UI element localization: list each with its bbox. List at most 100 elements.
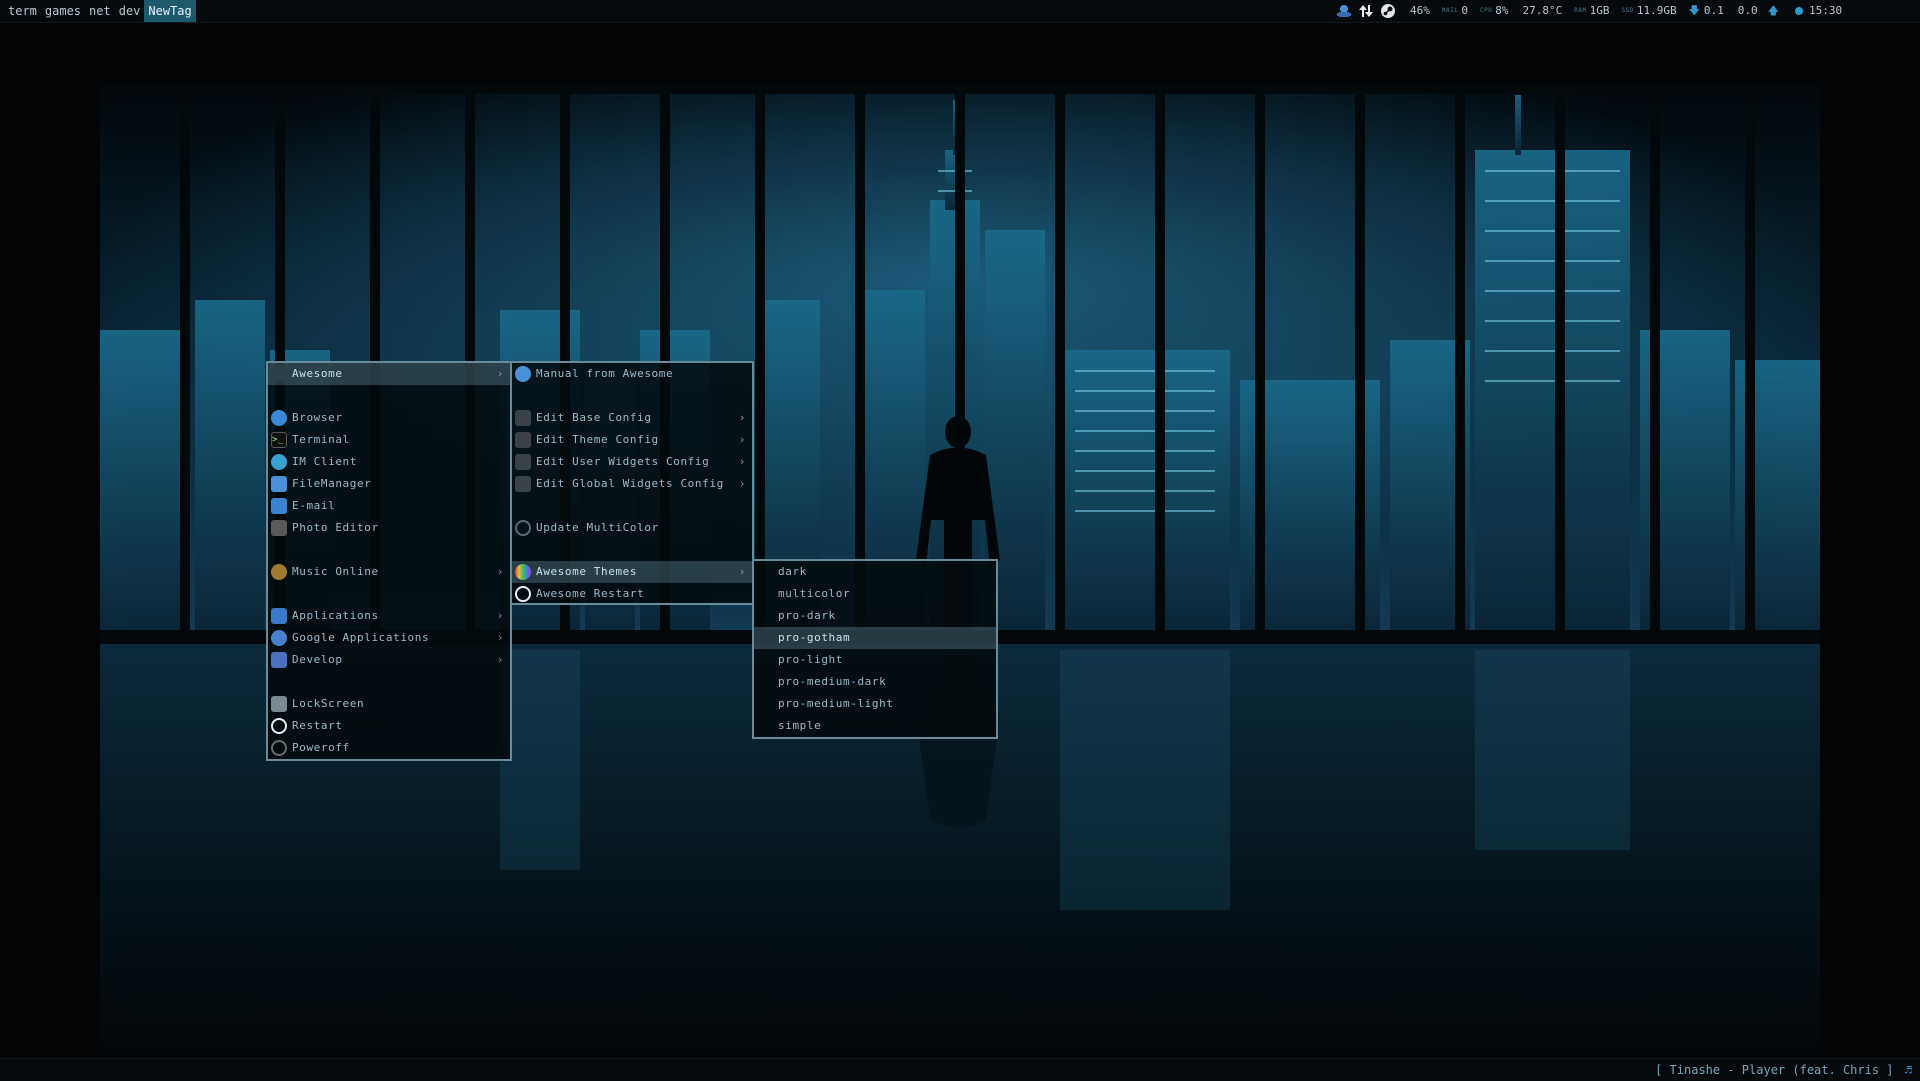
- tag-dev[interactable]: dev: [115, 0, 145, 22]
- edit-icon: [515, 432, 531, 448]
- menu-item-theme-pro-light[interactable]: pro-light: [754, 649, 996, 671]
- refresh-icon: [515, 520, 531, 536]
- menu-item-theme-multicolor[interactable]: multicolor: [754, 583, 996, 605]
- menu-item-awesome-themes[interactable]: Awesome Themes ›: [512, 561, 752, 583]
- menu-item-label: IM Client: [292, 455, 358, 468]
- menu-item-label: Edit Global Widgets Config: [536, 477, 724, 490]
- ssd-value: 11.9GB: [1636, 4, 1677, 17]
- net-up-value: 0.0: [1737, 4, 1758, 17]
- menu-item-label: Develop: [292, 653, 343, 666]
- menu-item-im-client[interactable]: IM Client: [268, 451, 510, 473]
- menu-item-label: Edit Theme Config: [536, 433, 659, 446]
- ssd-label: SSD: [1621, 7, 1634, 14]
- menu-item-label: Poweroff: [292, 741, 350, 754]
- menu-item-google-applications[interactable]: Google Applications ›: [268, 627, 510, 649]
- menu-item-label: Applications: [292, 609, 379, 622]
- menu-item-theme-simple[interactable]: simple: [754, 715, 996, 737]
- upload-arrow-icon: 🡅: [1767, 4, 1779, 17]
- menu-item-browser[interactable]: Browser: [268, 407, 510, 429]
- menu-item-email[interactable]: E-mail: [268, 495, 510, 517]
- lock-icon: [271, 696, 287, 712]
- menu-item-label: pro-medium-light: [778, 697, 894, 710]
- chevron-right-icon: ›: [738, 433, 746, 446]
- menu-item-restart[interactable]: Restart: [268, 715, 510, 737]
- menu-item-music-online[interactable]: Music Online ›: [268, 561, 510, 583]
- menu-item-label: Google Applications: [292, 631, 430, 644]
- network-robot-icon[interactable]: [1336, 3, 1352, 19]
- system-tray: [1336, 0, 1396, 22]
- help-icon: [515, 366, 531, 382]
- terminal-icon: >_: [271, 432, 287, 448]
- clock[interactable]: 15:30: [1809, 0, 1842, 22]
- menu-item-poweroff[interactable]: Poweroff: [268, 737, 510, 759]
- status-widgets: 46% MAIL 0 CPU 8% 27.8°C RAM 1GB SSD 11.…: [1410, 0, 1842, 22]
- chevron-right-icon: ›: [738, 455, 746, 468]
- menu-item-edit-base-config[interactable]: Edit Base Config ›: [512, 407, 752, 429]
- menu-item-label: Edit Base Config: [536, 411, 652, 424]
- applications-icon: [271, 608, 287, 624]
- chevron-right-icon: ›: [496, 609, 504, 622]
- temperature-value: 27.8°C: [1522, 4, 1563, 17]
- ram-label: RAM: [1574, 7, 1587, 14]
- tag-term[interactable]: term: [4, 0, 41, 22]
- menu-item-lockscreen[interactable]: LockScreen: [268, 693, 510, 715]
- google-icon: [271, 630, 287, 646]
- menu-item-terminal[interactable]: >_ Terminal: [268, 429, 510, 451]
- mail-count[interactable]: 0: [1461, 0, 1468, 22]
- edit-icon: [515, 454, 531, 470]
- menu-item-edit-user-widgets-config[interactable]: Edit User Widgets Config ›: [512, 451, 752, 473]
- menu-item-manual[interactable]: Manual from Awesome: [512, 363, 752, 385]
- menu-item-edit-theme-config[interactable]: Edit Theme Config ›: [512, 429, 752, 451]
- chat-icon: [271, 454, 287, 470]
- now-playing[interactable]: [ Tinashe - Player (feat. Chris ] ♬: [1655, 1059, 1912, 1081]
- menu-item-label: Awesome: [292, 367, 343, 380]
- menu-item-awesome-restart[interactable]: Awesome Restart: [512, 583, 752, 605]
- now-playing-text: [ Tinashe - Player (feat. Chris ]: [1655, 1063, 1894, 1077]
- menu-item-update-multicolor[interactable]: Update MultiColor: [512, 517, 752, 539]
- music-player-icon[interactable]: ♬: [1905, 1063, 1912, 1077]
- menu-item-label: Terminal: [292, 433, 350, 446]
- develop-icon: [271, 652, 287, 668]
- globe-icon: [271, 410, 287, 426]
- mail-label: MAIL: [1441, 7, 1459, 14]
- tag-games[interactable]: games: [41, 0, 85, 22]
- chevron-right-icon: ›: [496, 565, 504, 578]
- ram-value: 1GB: [1589, 4, 1610, 17]
- menu-item-photo-editor[interactable]: Photo Editor: [268, 517, 510, 539]
- menu-item-edit-global-widgets-config[interactable]: Edit Global Widgets Config ›: [512, 473, 752, 495]
- photo-editor-icon: [271, 520, 287, 536]
- menu-item-develop[interactable]: Develop ›: [268, 649, 510, 671]
- menu-item-theme-pro-dark[interactable]: pro-dark: [754, 605, 996, 627]
- menu-item-label: simple: [778, 719, 822, 732]
- chevron-right-icon: ›: [738, 565, 746, 578]
- volume-value[interactable]: 46%: [1410, 0, 1430, 22]
- steam-icon[interactable]: [1380, 3, 1396, 19]
- menu-item-theme-pro-medium-light[interactable]: pro-medium-light: [754, 693, 996, 715]
- chevron-right-icon: ›: [496, 653, 504, 666]
- menu-item-theme-pro-gotham[interactable]: pro-gotham: [754, 627, 996, 649]
- menu-item-label: pro-medium-dark: [778, 675, 887, 688]
- main-menu: Awesome › Browser >_ Terminal IM Client …: [266, 361, 512, 761]
- menu-item-applications[interactable]: Applications ›: [268, 605, 510, 627]
- edit-icon: [515, 476, 531, 492]
- menu-item-theme-pro-medium-dark[interactable]: pro-medium-dark: [754, 671, 996, 693]
- awesome-submenu: Manual from Awesome Edit Base Config › E…: [510, 361, 754, 605]
- menu-item-theme-dark[interactable]: dark: [754, 561, 996, 583]
- menu-item-label: Edit User Widgets Config: [536, 455, 710, 468]
- chevron-right-icon: ›: [496, 631, 504, 644]
- tag-newtag[interactable]: NewTag: [144, 0, 196, 22]
- tag-net[interactable]: net: [85, 0, 115, 22]
- menu-item-label: Music Online: [292, 565, 379, 578]
- cpu-value: 8%: [1495, 4, 1509, 17]
- menu-item-label: multicolor: [778, 587, 851, 600]
- menu-item-label: pro-dark: [778, 609, 836, 622]
- menu-item-awesome[interactable]: Awesome ›: [268, 363, 510, 385]
- mail-icon: [271, 498, 287, 514]
- transfer-arrows-icon[interactable]: [1358, 3, 1374, 19]
- headphones-icon: [271, 564, 287, 580]
- tag-list: term games net dev NewTag: [4, 0, 196, 22]
- menu-item-label: Manual from Awesome: [536, 367, 674, 380]
- cpu-label: CPU: [1479, 7, 1493, 14]
- menu-item-label: Awesome Restart: [536, 587, 645, 600]
- menu-item-filemanager[interactable]: FileManager: [268, 473, 510, 495]
